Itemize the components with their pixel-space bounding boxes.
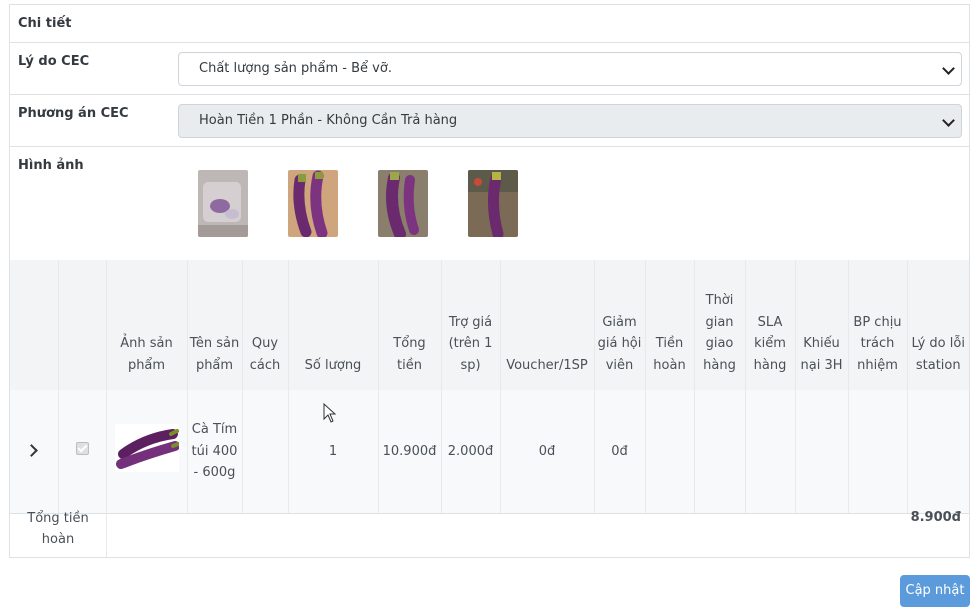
col-header-complaint: Khiếu nại 3H [794,260,848,390]
product-image [114,423,180,472]
col-header-station-reason: Lý do lỗi station [906,260,969,390]
chevron-down-icon [942,62,955,75]
total-refund-label: Tổng tiền hoàn [10,499,107,557]
expand-cell[interactable] [10,390,58,514]
col-header-quantity: Số lượng [287,260,378,390]
col-header-sla: SLA kiểm hàng [744,260,795,390]
col-header-name: Tên sản phẩm [186,260,242,390]
col-header-delivery-time: Thời gian giao hàng [693,260,745,390]
chevron-down-icon [942,114,955,127]
product-image-thumbnail[interactable] [288,170,338,237]
col-header-voucher: Voucher/1SP [499,260,594,390]
details-header-row: Chi tiết [10,5,969,43]
spec-cell [241,390,288,514]
product-image-thumbnail[interactable] [378,170,428,237]
col-header-refund: Tiền hoàn [644,260,694,390]
checkbox-cell [57,390,106,514]
col-header-spec: Quy cách [241,260,288,390]
delivery-time-cell [693,390,745,514]
total-refund-row: Tổng tiền hoàn 8.900đ [10,499,969,557]
total-cell: 10.900đ [377,390,441,514]
chevron-right-icon[interactable] [25,443,39,457]
col-header [57,260,106,390]
product-name-cell: Cà Tím túi 400 - 600g [186,390,242,514]
sla-cell [744,390,795,514]
cec-detail-panel: Chi tiết Lý do CEC Chất lượng sản phẩm -… [9,4,970,558]
col-header-member-discount: Giảm giá hội viên [593,260,645,390]
reason-row: Lý do CEC Chất lượng sản phẩm - Bể vỡ. [10,43,969,95]
plan-label: Phương án CEC [18,106,129,121]
total-refund-value: 8.900đ [910,510,961,525]
reason-label: Lý do CEC [18,54,90,69]
col-header-subsidy: Trợ giá (trên 1 sp) [440,260,500,390]
bp-cell [847,390,907,514]
table-header-row: Ảnh sản phẩm Tên sản phẩm Quy cách Số lư… [10,260,969,390]
table-row: Cà Tím túi 400 - 600g 1 10.900đ 2.000đ 0… [10,390,969,514]
plan-select-value: Hoàn Tiền 1 Phần - Không Cần Trả hàng [199,113,458,128]
voucher-cell: 0đ [499,390,594,514]
reason-select-value: Chất lượng sản phẩm - Bể vỡ. [199,61,392,76]
product-image-thumbnail[interactable] [198,170,248,237]
refund-cell [644,390,694,514]
images-label: Hình ảnh [18,158,84,173]
col-header-total: Tổng tiền [377,260,441,390]
col-header-bp: BP chịu trách nhiệm [847,260,907,390]
member-discount-cell: 0đ [593,390,645,514]
col-header [10,260,58,390]
update-button[interactable]: Cập nhật [900,575,970,607]
refund-product-table: Ảnh sản phẩm Tên sản phẩm Quy cách Số lư… [10,260,969,514]
complaint-cell [794,390,848,514]
row-checkbox[interactable] [75,441,89,455]
station-reason-cell [906,390,969,514]
reason-select[interactable]: Chất lượng sản phẩm - Bể vỡ. [178,52,962,86]
product-image-cell [105,390,187,514]
plan-select[interactable]: Hoàn Tiền 1 Phần - Không Cần Trả hàng [178,104,962,138]
details-header: Chi tiết [18,16,72,31]
product-image-thumbnail[interactable] [468,170,518,237]
plan-row: Phương án CEC Hoàn Tiền 1 Phần - Không C… [10,95,969,147]
subsidy-cell: 2.000đ [440,390,500,514]
mouse-cursor-icon [323,403,337,423]
col-header-image: Ảnh sản phẩm [105,260,187,390]
